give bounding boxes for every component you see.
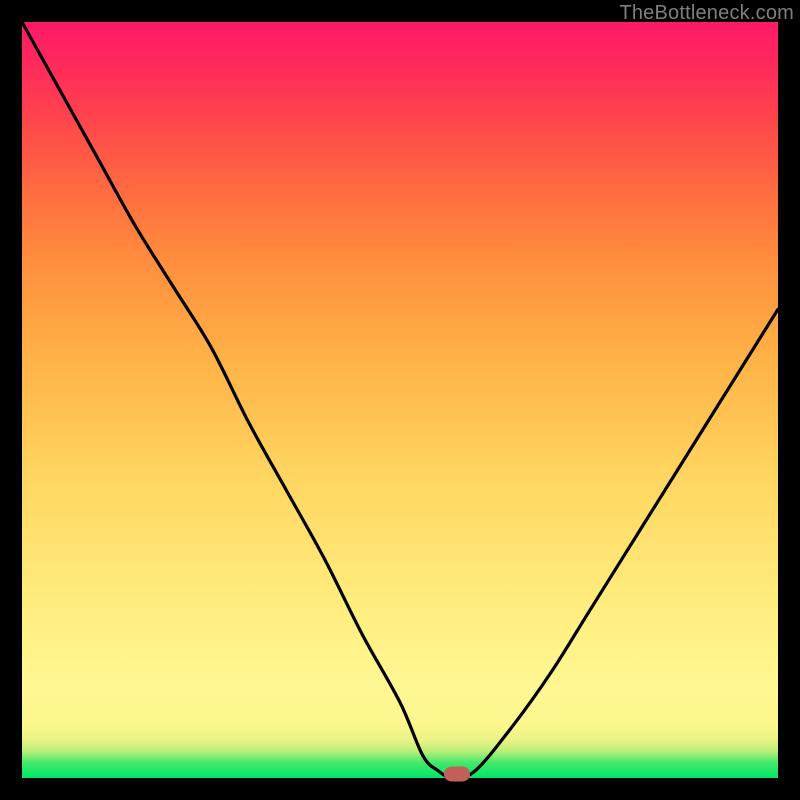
watermark-text: TheBottleneck.com	[619, 2, 794, 25]
bottleneck-curve	[22, 22, 778, 778]
chart-frame: TheBottleneck.com	[0, 0, 800, 800]
plot-area	[22, 22, 778, 778]
optimal-point-marker	[444, 767, 470, 782]
